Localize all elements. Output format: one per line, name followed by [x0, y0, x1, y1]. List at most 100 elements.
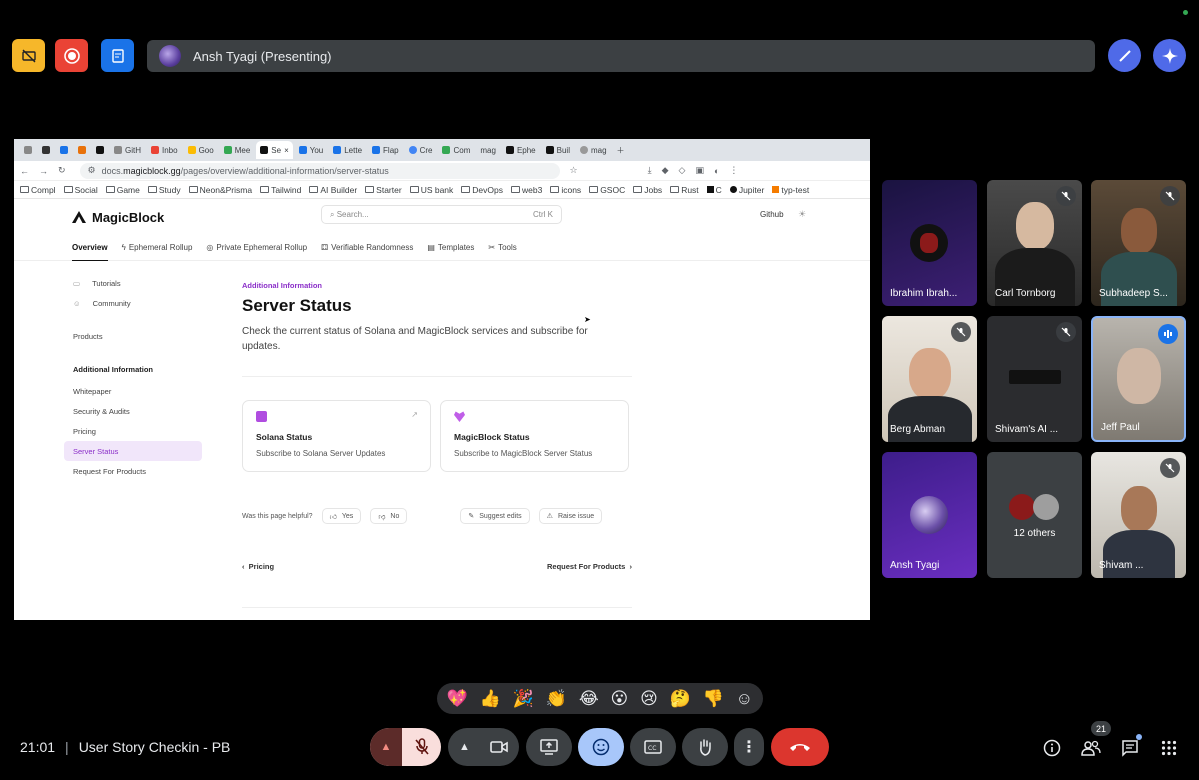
bookmark[interactable]: icons — [550, 185, 581, 195]
tab[interactable] — [74, 141, 90, 159]
bookmark[interactable]: GSOC — [589, 185, 625, 195]
new-tab-button[interactable]: ＋ — [613, 141, 629, 159]
raise-issue-button[interactable]: ⚠ Raise issue — [538, 508, 603, 524]
bookmark[interactable]: Starter — [365, 185, 402, 195]
no-button[interactable]: 👎︎ No — [370, 508, 408, 524]
next-page-link[interactable]: Request For Products › — [547, 562, 632, 571]
nav-ephemeral-rollup[interactable]: ϟ Ephemeral Rollup — [122, 235, 193, 261]
reaction-surprised[interactable]: 😮 — [611, 689, 629, 709]
tab[interactable] — [38, 141, 54, 159]
bookmark[interactable]: Rust — [670, 185, 699, 195]
tab[interactable]: Buil — [542, 141, 574, 159]
bookmark[interactable]: typ-test — [772, 185, 809, 195]
mic-toggle-button[interactable] — [402, 728, 441, 766]
reaction-sad[interactable]: 😢 — [640, 689, 658, 709]
notes-button[interactable] — [101, 39, 134, 72]
tab[interactable] — [92, 141, 108, 159]
reaction-laugh[interactable]: 😂 — [579, 689, 599, 709]
bookmark[interactable]: Neon&Prisma — [188, 185, 252, 195]
bookmark[interactable]: Game — [105, 185, 140, 195]
nav-private-ephemeral-rollup[interactable]: ◎ Private Ephemeral Rollup — [206, 235, 307, 261]
sidebar-item-products[interactable]: Products — [64, 326, 202, 346]
presentation-banner[interactable]: Ansh Tyagi (Presenting) — [147, 40, 1095, 72]
reaction-thumbs-down[interactable]: 👎 — [703, 689, 724, 709]
nav-verifiable-randomness[interactable]: ⚃ Verifiable Randomness — [321, 235, 413, 261]
solana-status-card[interactable]: ↗ Solana Status Subscribe to Solana Serv… — [242, 400, 431, 472]
bookmark-star-icon[interactable]: ☆ — [570, 165, 578, 176]
bookmark[interactable]: Study — [147, 185, 181, 195]
present-screen-button[interactable] — [526, 728, 572, 766]
participant-tile[interactable]: Berg Abman — [882, 316, 977, 442]
bookmark[interactable]: DevOps — [461, 185, 503, 195]
participant-tile[interactable]: Shivam's AI ... — [987, 316, 1082, 442]
draw-button[interactable] — [1108, 39, 1141, 72]
back-icon[interactable]: ← — [20, 166, 29, 176]
meeting-details-button[interactable] — [1041, 737, 1063, 759]
tab[interactable]: mag — [576, 141, 611, 159]
prev-page-link[interactable]: ‹ Pricing — [242, 562, 274, 571]
reaction-party[interactable]: 🎉 — [513, 689, 534, 709]
mic-options-button[interactable]: ▲ — [370, 728, 402, 766]
bookmark[interactable]: Jupiter — [729, 185, 764, 195]
add-reaction-icon[interactable]: ☺ — [736, 689, 753, 709]
sidebar-item-community[interactable]: ☺ Community — [64, 293, 202, 313]
reaction-thinking[interactable]: 🤔 — [670, 689, 691, 709]
forward-icon[interactable]: → — [39, 166, 48, 176]
extension-icon[interactable]: ◐ — [714, 166, 719, 176]
bookmark[interactable]: web3 — [511, 185, 542, 195]
reaction-heart[interactable]: 💖 — [447, 689, 468, 709]
extension-icon[interactable]: ◆ — [662, 165, 669, 176]
raise-hand-button[interactable] — [682, 728, 728, 766]
chevron-up-icon[interactable]: ▲ — [459, 741, 470, 753]
menu-icon[interactable]: ⋮ — [729, 165, 738, 176]
nav-templates[interactable]: ▤ Templates — [427, 235, 474, 261]
github-link[interactable]: Github — [760, 210, 784, 219]
tab[interactable] — [56, 141, 72, 159]
participant-tile[interactable]: Carl Tornborg — [987, 180, 1082, 306]
chat-button[interactable] — [1119, 734, 1142, 759]
tab[interactable] — [20, 141, 36, 159]
reactions-button[interactable] — [578, 728, 624, 766]
captions-button[interactable]: CC — [630, 728, 676, 766]
tab[interactable]: Lette — [329, 141, 366, 159]
yes-button[interactable]: 👍︎ Yes — [321, 508, 362, 524]
tab-active[interactable]: Se × — [256, 141, 293, 159]
reaction-thumbs-up[interactable]: 👍 — [480, 689, 501, 709]
download-icon[interactable]: ⤓ — [648, 165, 652, 176]
site-info-icon[interactable]: ⚙ — [88, 165, 96, 176]
participant-tile[interactable]: Subhadeep S... — [1091, 180, 1186, 306]
sidebar-item-request-for-products[interactable]: Request For Products — [64, 461, 202, 481]
bookmark[interactable]: US bank — [409, 185, 453, 195]
reaction-clap[interactable]: 👏 — [546, 689, 567, 709]
tab[interactable]: Ephe — [502, 141, 540, 159]
participant-tile[interactable]: Ansh Tyagi — [882, 452, 977, 578]
tab[interactable]: Cre — [405, 141, 437, 159]
tab[interactable]: mag — [476, 141, 500, 159]
more-options-button[interactable]: ⋮ — [734, 728, 764, 766]
nav-overview[interactable]: Overview — [72, 235, 108, 261]
url-bar[interactable]: ⚙ docs.magicblock.gg/pages/overview/addi… — [79, 162, 560, 179]
hide-self-view-button[interactable] — [12, 39, 45, 72]
tab[interactable]: Com — [438, 141, 474, 159]
bookmark[interactable]: C — [706, 185, 722, 195]
leave-call-button[interactable] — [771, 728, 829, 766]
sidebar-item-security-audits[interactable]: Security & Audits — [64, 401, 202, 421]
extension-icon[interactable]: ▣ — [695, 165, 704, 176]
tab[interactable]: Flap — [368, 141, 403, 159]
activities-button[interactable] — [1158, 737, 1180, 759]
others-tile[interactable]: 12 others — [987, 452, 1082, 578]
bookmark[interactable]: AI Builder — [309, 185, 357, 195]
participant-tile[interactable]: Shivam ... — [1091, 452, 1186, 578]
magicblock-status-card[interactable]: MagicBlock Status Subscribe to MagicBloc… — [440, 400, 629, 472]
tab[interactable]: Mee — [220, 141, 255, 159]
docs-search-input[interactable]: ⌕ Search... Ctrl K — [321, 205, 562, 224]
sidebar-item-tutorials[interactable]: ▭ Tutorials — [64, 273, 202, 293]
sidebar-item-whitepaper[interactable]: Whitepaper — [64, 381, 202, 401]
camera-icon[interactable] — [490, 740, 508, 754]
suggest-edits-button[interactable]: ✎ Suggest edits — [460, 508, 530, 524]
tab[interactable]: GitH — [110, 141, 145, 159]
recording-button[interactable] — [55, 39, 88, 72]
participant-tile-speaking[interactable]: Jeff Paul — [1091, 316, 1186, 442]
bookmark[interactable]: Jobs — [633, 185, 662, 195]
bookmark[interactable]: Compl — [20, 185, 56, 195]
